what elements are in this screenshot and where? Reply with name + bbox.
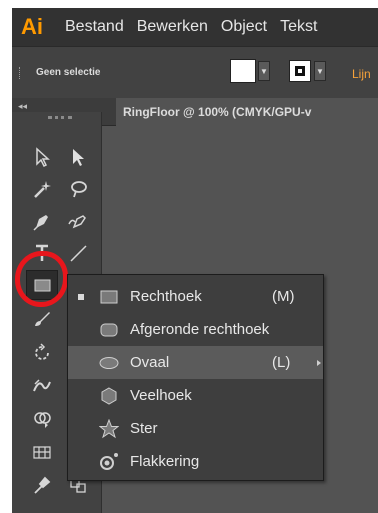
flyout-item-label: Veelhoek [130,387,192,404]
document-tab[interactable]: RingFloor @ 100% (CMYK/GPU-v [116,98,378,126]
app-logo: Ai [21,14,43,39]
star-icon [96,416,122,442]
illustrator-window: Ai Bestand Bewerken Object Tekst Geen se… [12,8,378,513]
flyout-item-label: Ster [130,420,158,437]
flyout-item-ellipse[interactable]: Ovaal (L) [68,346,323,379]
chevron-down-icon: ▼ [260,66,268,76]
width-icon [33,379,51,392]
rotate-icon [35,343,49,360]
collapse-panel-icon[interactable]: ◂◂ [18,101,27,112]
magic-wand-icon [34,181,51,198]
rectangle-icon [96,284,122,310]
polygon-icon [96,383,122,409]
flyout-item-label: Rechthoek [130,288,202,305]
perspective-grid-icon [33,446,51,459]
shape-builder-tool[interactable] [26,404,58,434]
line-icon [70,245,87,262]
shape-tools-flyout: Rechthoek (M) Afgeronde rechthoek Ovaal … [67,274,324,481]
stroke-dropdown-button[interactable]: ▼ [314,61,326,81]
shortcut-label: (M) [272,288,295,305]
flyout-item-star[interactable]: Ster [68,412,323,445]
magic-wand-tool[interactable] [26,174,58,204]
paintbrush-tool[interactable] [26,304,58,334]
stroke-icon [295,66,305,76]
type-tool[interactable] [26,238,58,268]
rounded-rectangle-icon [96,317,122,343]
flyout-item-polygon[interactable]: Veelhoek [68,379,323,412]
direct-selection-tool[interactable] [62,142,94,172]
control-bar-grip[interactable] [19,67,22,79]
type-icon [36,244,48,261]
curvature-pen-icon [68,215,86,229]
menu-bar: Ai Bestand Bewerken Object Tekst [12,8,378,46]
curvature-tool[interactable] [62,206,94,236]
flyout-item-label: Ovaal [130,354,170,371]
menu-bewerken[interactable]: Bewerken [137,18,208,36]
line-segment-tool[interactable] [62,238,94,268]
flyout-item-label: Afgeronde rechthoek [130,321,270,338]
stroke-color-swatch[interactable] [289,60,311,82]
flyout-item-rounded-rectangle[interactable]: Afgeronde rechthoek [68,313,323,346]
chevron-down-icon: ▼ [316,66,324,76]
arrow-icon [36,147,50,168]
perspective-grid-tool[interactable] [26,437,58,467]
shape-builder-icon [34,412,51,428]
lasso-icon [71,181,87,198]
menu-bestand[interactable]: Bestand [65,18,124,36]
submenu-arrow-icon [317,359,321,366]
flare-icon [96,449,122,475]
fill-color-swatch[interactable] [230,59,256,83]
eyedropper-tool[interactable] [26,470,58,500]
ellipse-icon [96,350,122,376]
pen-tool[interactable] [26,206,58,236]
fill-dropdown-button[interactable]: ▼ [258,61,270,81]
flyout-item-flare[interactable]: Flakkering [68,445,323,478]
pen-icon [33,215,48,231]
stroke-label[interactable]: Lijn [352,67,371,81]
direct-arrow-icon [73,149,84,166]
rotate-tool[interactable] [26,338,58,368]
control-bar: Geen selectie ▼ ▼ Lijn [12,46,378,98]
flyout-item-rectangle[interactable]: Rechthoek (M) [68,280,323,313]
paintbrush-icon [35,312,50,326]
selected-marker-icon [78,293,84,300]
menu-object[interactable]: Object [221,18,267,36]
menu-tekst[interactable]: Tekst [280,18,317,36]
lasso-tool[interactable] [62,174,94,204]
eyedropper-icon [34,476,51,494]
rectangle-tool[interactable] [26,270,58,300]
selection-status: Geen selectie [36,67,101,78]
shortcut-label: (L) [272,354,291,371]
selection-tool[interactable] [26,142,58,172]
width-tool[interactable] [26,371,58,401]
flyout-item-label: Flakkering [130,453,200,470]
tools-panel-grip[interactable] [48,116,72,120]
rectangle-icon [34,279,51,292]
